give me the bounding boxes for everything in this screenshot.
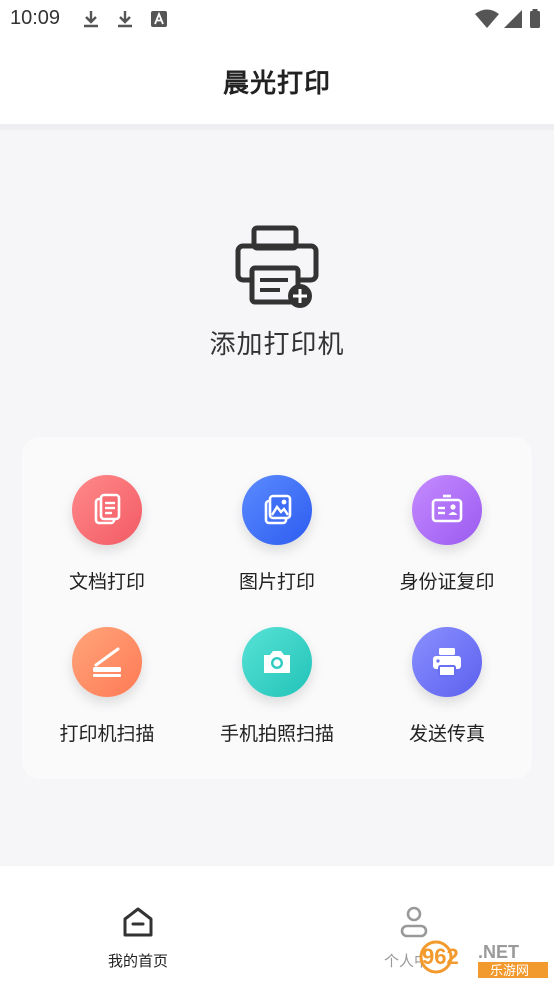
download-icon [118,11,132,28]
battery-icon [530,9,540,28]
image-icon [242,475,312,545]
tile-label: 图片打印 [238,572,315,593]
status-bar: 10:09 [0,0,554,38]
home-icon [123,907,153,937]
watermark-logo: 962 .NET 乐游网 [419,940,548,979]
image-print-tile[interactable]: 图片打印 [192,475,362,615]
send-fax-tile[interactable]: 发送传真 [362,627,532,767]
header-divider [0,124,554,130]
phone-photo-scan-tile[interactable]: 手机拍照扫描 [192,627,362,767]
scanner-icon [72,627,142,697]
tile-label: 手机拍照扫描 [219,724,334,745]
tab-home[interactable]: 我的首页 [78,904,198,971]
id-card-icon [412,475,482,545]
id-card-copy-tile[interactable]: 身份证复印 [362,475,532,615]
add-printer-label: 添加打印机 [209,329,345,359]
svg-text:乐游网: 乐游网 [490,964,529,979]
document-print-tile[interactable]: 文档打印 [22,475,192,615]
page-title: 晨光打印 [222,67,331,98]
status-time: 10:09 [10,7,61,29]
app-header: 晨光打印 [0,38,554,124]
tile-label: 打印机扫描 [59,724,155,745]
fax-icon [412,627,482,697]
document-icon [72,475,142,545]
signal-icon [504,10,522,28]
download-icon [84,11,98,28]
camera-icon [242,627,312,697]
printer-scan-tile[interactable]: 打印机扫描 [22,627,192,767]
wifi-icon [475,9,499,28]
tile-label: 文档打印 [68,572,145,593]
svg-text:962: 962 [422,944,459,969]
functions-card: 文档打印 图片打印 身份证复印 打印机扫描 手机拍照扫描 发送传真 [22,437,532,779]
svg-text:.NET: .NET [478,942,519,962]
add-printer-button[interactable]: 添加打印机 [177,222,377,362]
add-printer-icon [235,225,319,308]
tab-home-label: 我的首页 [107,953,168,970]
tile-label: 发送传真 [408,724,485,745]
font-notification-icon [151,11,167,27]
tile-label: 身份证复印 [399,572,495,593]
